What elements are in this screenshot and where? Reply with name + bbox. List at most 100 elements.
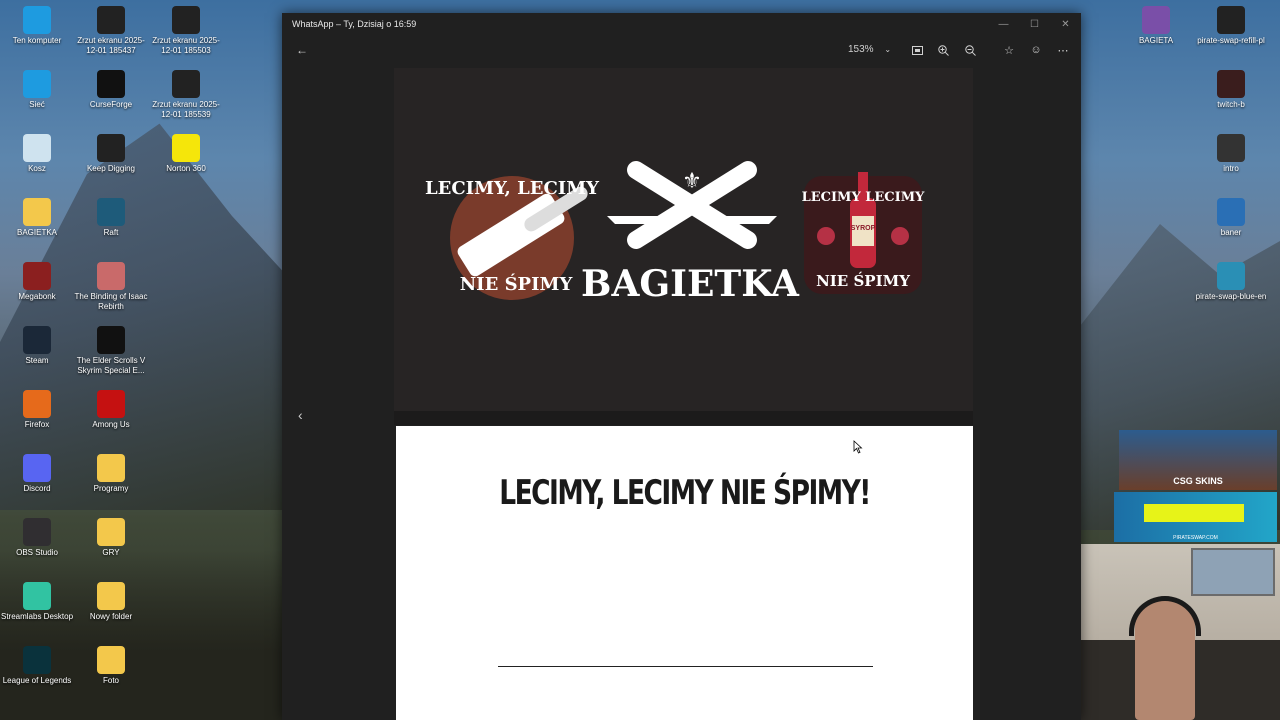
firefox-icon <box>23 390 51 418</box>
desktop-shortcut-label: Firefox <box>24 420 50 429</box>
desktop-shortcut-label: League of Legends <box>2 676 72 685</box>
pirateswap-label: PIRATESWAP.COM <box>1173 535 1218 541</box>
page-headline: LECIMY, LECIMY NIE ŚPIMY! <box>499 473 871 513</box>
desktop-shortcut[interactable]: The Elder Scrolls V Skyrim Special E... <box>74 326 148 376</box>
desktop-shortcut-label: Nowy folder <box>89 612 133 621</box>
more-icon[interactable]: ⋯ <box>1055 42 1071 58</box>
baguette-logo: ⚜ BAGIETKA <box>581 161 800 305</box>
fleur-de-lis-icon: ⚜ <box>682 168 702 193</box>
game-icon <box>23 262 51 290</box>
screenshot-icon <box>97 6 125 34</box>
logos-page: LECIMY, LECIMY NIE ŚPIMY ⚜ BAGIETKA SYRO… <box>394 68 973 411</box>
desktop-shortcut[interactable]: twitch-b <box>1194 70 1268 110</box>
desktop-shortcut[interactable]: CurseForge <box>74 70 148 110</box>
desktop-shortcut[interactable]: BAGIETKA <box>0 198 74 238</box>
logo-wings <box>607 216 777 224</box>
isaac-icon <box>97 262 125 290</box>
steam-icon <box>23 326 51 354</box>
csgo-skins-label: CSG SKINS <box>1173 476 1223 486</box>
desktop-shortcut-label: Zrzut ekranu 2025-12-01 185539 <box>152 100 220 119</box>
folder-icon <box>97 518 125 546</box>
desktop-shortcut[interactable]: Discord <box>0 454 74 494</box>
desktop-shortcut[interactable]: Zrzut ekranu 2025-12-01 185503 <box>149 6 223 56</box>
desktop-shortcut[interactable]: baner <box>1194 198 1268 238</box>
desktop-shortcut-label: Zrzut ekranu 2025-12-01 185503 <box>152 36 220 55</box>
page-separator <box>394 411 973 425</box>
desktop-shortcut[interactable]: Foto <box>74 646 148 686</box>
desktop-shortcut[interactable]: Steam <box>0 326 74 366</box>
desktop-shortcut[interactable]: Kosz <box>0 134 74 174</box>
image-viewer-area[interactable]: ‹ LECIMY, LECIMY NIE ŚPIMY ⚜ BAGIETKA SY… <box>282 65 1081 720</box>
desktop-shortcut-label: CurseForge <box>89 100 133 109</box>
raspberry-left <box>817 227 835 245</box>
close-button[interactable]: ✕ <box>1050 13 1081 35</box>
video-icon <box>1217 6 1245 34</box>
desktop-shortcut[interactable]: Zrzut ekranu 2025-12-01 185437 <box>74 6 148 56</box>
desktop-shortcut[interactable]: Among Us <box>74 390 148 430</box>
desktop-shortcut-label: Streamlabs Desktop <box>0 612 74 621</box>
emoji-icon[interactable]: ☺ <box>1028 42 1044 58</box>
desktop-shortcut[interactable]: pirate-swap-blue-en <box>1194 262 1268 302</box>
desktop-shortcut[interactable]: Zrzut ekranu 2025-12-01 185539 <box>149 70 223 120</box>
csgo-skins-banner: CSG SKINS <box>1119 430 1277 490</box>
desktop-shortcut-label: Raft <box>103 228 119 237</box>
desktop-shortcut[interactable]: GRY <box>74 518 148 558</box>
desktop-shortcut-label: Kosz <box>28 164 46 173</box>
syrup-logo: SYROP LECIMY LECIMY NIE ŚPIMY <box>802 172 925 294</box>
desktop-shortcut[interactable]: intro <box>1194 134 1268 174</box>
logos-artwork: LECIMY, LECIMY NIE ŚPIMY ⚜ BAGIETKA SYRO… <box>425 161 925 305</box>
webcam-picture-frame <box>1191 548 1275 596</box>
signature-line <box>498 666 873 667</box>
fit-icon[interactable] <box>909 42 925 58</box>
logo-right-bottom: NIE ŚPIMY <box>816 272 910 290</box>
lol-icon <box>23 646 51 674</box>
window-controls: — ☐ ✕ <box>988 13 1081 35</box>
mouse-cursor-icon <box>853 440 863 454</box>
video-icon <box>1217 134 1245 162</box>
desktop-shortcut-label: Megabonk <box>18 292 56 301</box>
desktop-shortcut[interactable]: Nowy folder <box>74 582 148 622</box>
favorite-icon[interactable]: ☆ <box>1001 42 1017 58</box>
zoom-level: 153% <box>848 44 874 55</box>
desktop-shortcut[interactable]: The Binding of Isaac Rebirth <box>74 262 148 312</box>
network-icon <box>23 70 51 98</box>
photos-viewer-window[interactable]: WhatsApp – Ty, Dzisiaj o 16:59 — ☐ ✕ ← 1… <box>282 13 1081 720</box>
desktop-shortcut[interactable]: Programy <box>74 454 148 494</box>
viewer-toolbar: ← 153% ⌄ ☆ ☺ ⋯ <box>282 35 1081 65</box>
zoom-out-icon[interactable] <box>962 42 978 58</box>
bottle-label-text: SYROP <box>851 225 876 232</box>
desktop-shortcut-label: OBS Studio <box>16 548 58 557</box>
desktop-shortcut[interactable]: Keep Digging <box>74 134 148 174</box>
desktop-shortcut-label: The Binding of Isaac Rebirth <box>74 292 148 311</box>
desktop-shortcut[interactable]: Raft <box>74 198 148 238</box>
discord-icon <box>23 454 51 482</box>
desktop-shortcut[interactable]: Megabonk <box>0 262 74 302</box>
desktop-shortcut[interactable]: League of Legends <box>0 646 74 686</box>
desktop-shortcut[interactable]: Streamlabs Desktop <box>0 582 74 622</box>
recycle-bin-icon <box>23 134 51 162</box>
desktop-shortcut[interactable]: Sieć <box>0 70 74 110</box>
desktop-shortcut[interactable]: Firefox <box>0 390 74 430</box>
streamlabs-icon <box>23 582 51 610</box>
skyrim-icon <box>97 326 125 354</box>
minimize-button[interactable]: — <box>988 13 1019 35</box>
desktop-shortcut-label: The Elder Scrolls V Skyrim Special E... <box>76 356 146 375</box>
back-arrow-icon[interactable]: ← <box>296 43 308 57</box>
previous-image-chevron-icon[interactable]: ‹ <box>298 407 303 423</box>
desktop-shortcut-label: Norton 360 <box>166 164 206 173</box>
desktop-shortcut[interactable]: pirate-swap-refill-pl <box>1194 6 1268 46</box>
maximize-button[interactable]: ☐ <box>1019 13 1050 35</box>
video-icon <box>1217 70 1245 98</box>
desktop-shortcut[interactable]: OBS Studio <box>0 518 74 558</box>
zoom-dropdown[interactable]: 153% ⌄ <box>848 44 891 55</box>
desktop-shortcut-label: intro <box>1223 164 1239 173</box>
logo-left-bottom: NIE ŚPIMY <box>460 272 574 295</box>
window-titlebar[interactable]: WhatsApp – Ty, Dzisiaj o 16:59 — ☐ ✕ <box>282 13 1081 35</box>
desktop-shortcut[interactable]: BAGIETA <box>1119 6 1193 46</box>
desktop-shortcut[interactable]: Ten komputer <box>0 6 74 46</box>
desktop-shortcut[interactable]: Norton 360 <box>149 134 223 174</box>
monitor-icon <box>23 6 51 34</box>
zoom-in-icon[interactable] <box>935 42 951 58</box>
folder-icon <box>97 646 125 674</box>
desktop-shortcut-label: Programy <box>93 484 129 493</box>
